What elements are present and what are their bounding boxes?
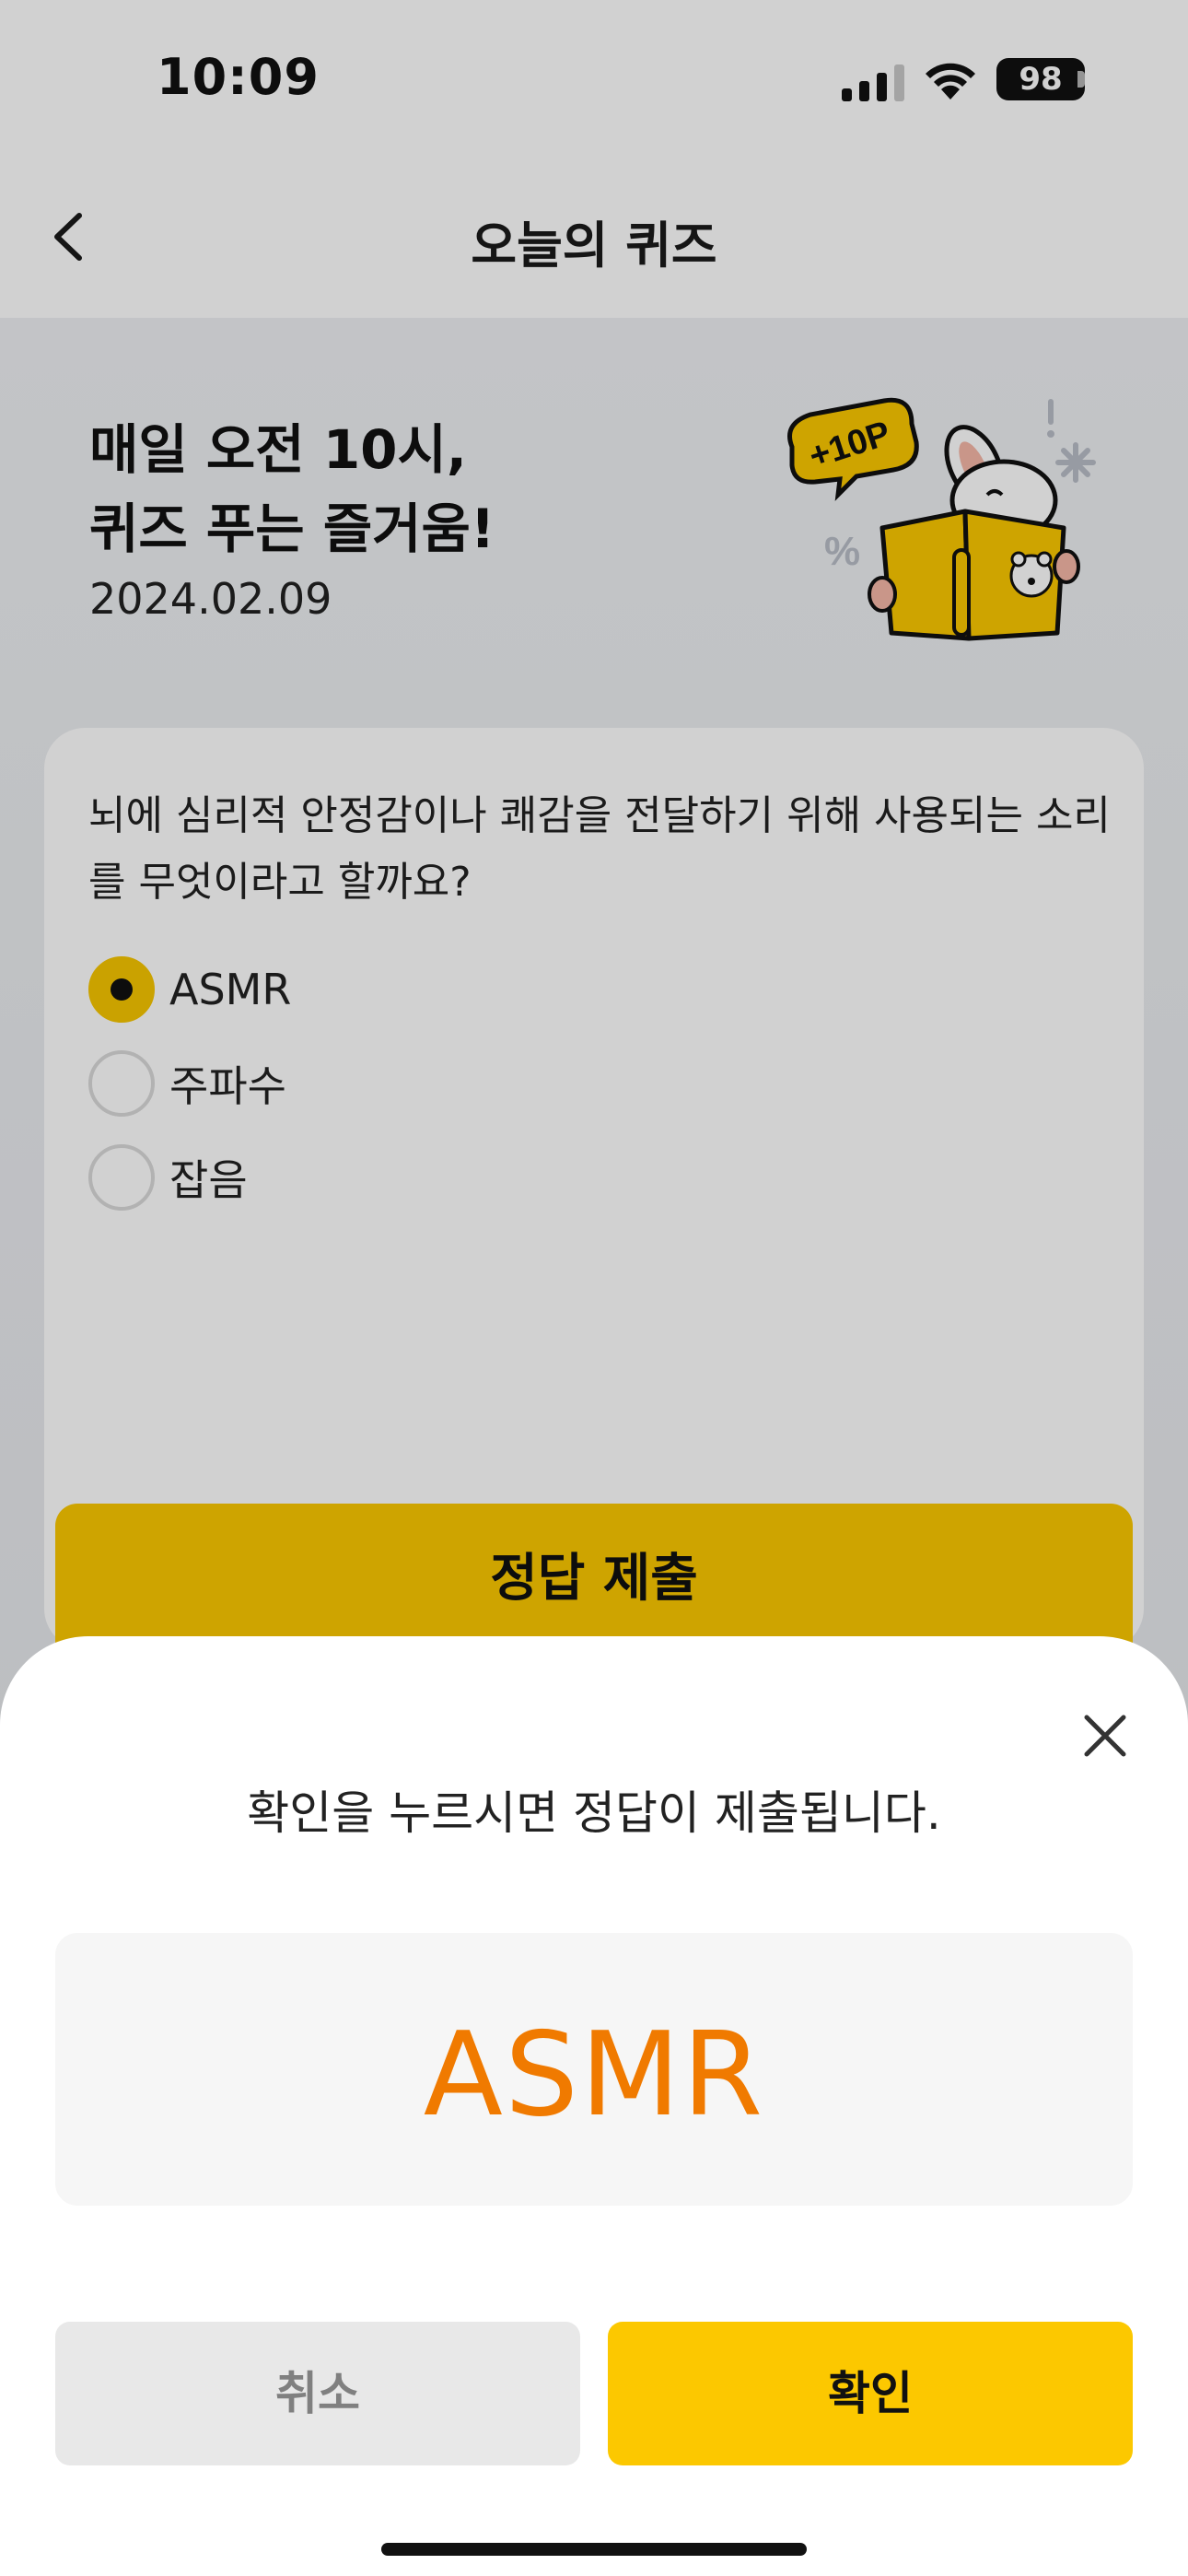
selected-answer-box: ASMR: [55, 1933, 1133, 2206]
confirm-bottom-sheet: 확인을 누르시면 정답이 제출됩니다. ASMR 취소 확인: [0, 1636, 1188, 2576]
home-indicator[interactable]: [381, 2543, 807, 2556]
confirm-button[interactable]: 확인: [608, 2322, 1133, 2465]
confirm-message: 확인을 누르시면 정답이 제출됩니다.: [247, 1786, 941, 1840]
close-icon[interactable]: [1079, 1710, 1131, 1762]
cancel-button[interactable]: 취소: [55, 2322, 580, 2465]
selected-answer: ASMR: [423, 2007, 765, 2142]
